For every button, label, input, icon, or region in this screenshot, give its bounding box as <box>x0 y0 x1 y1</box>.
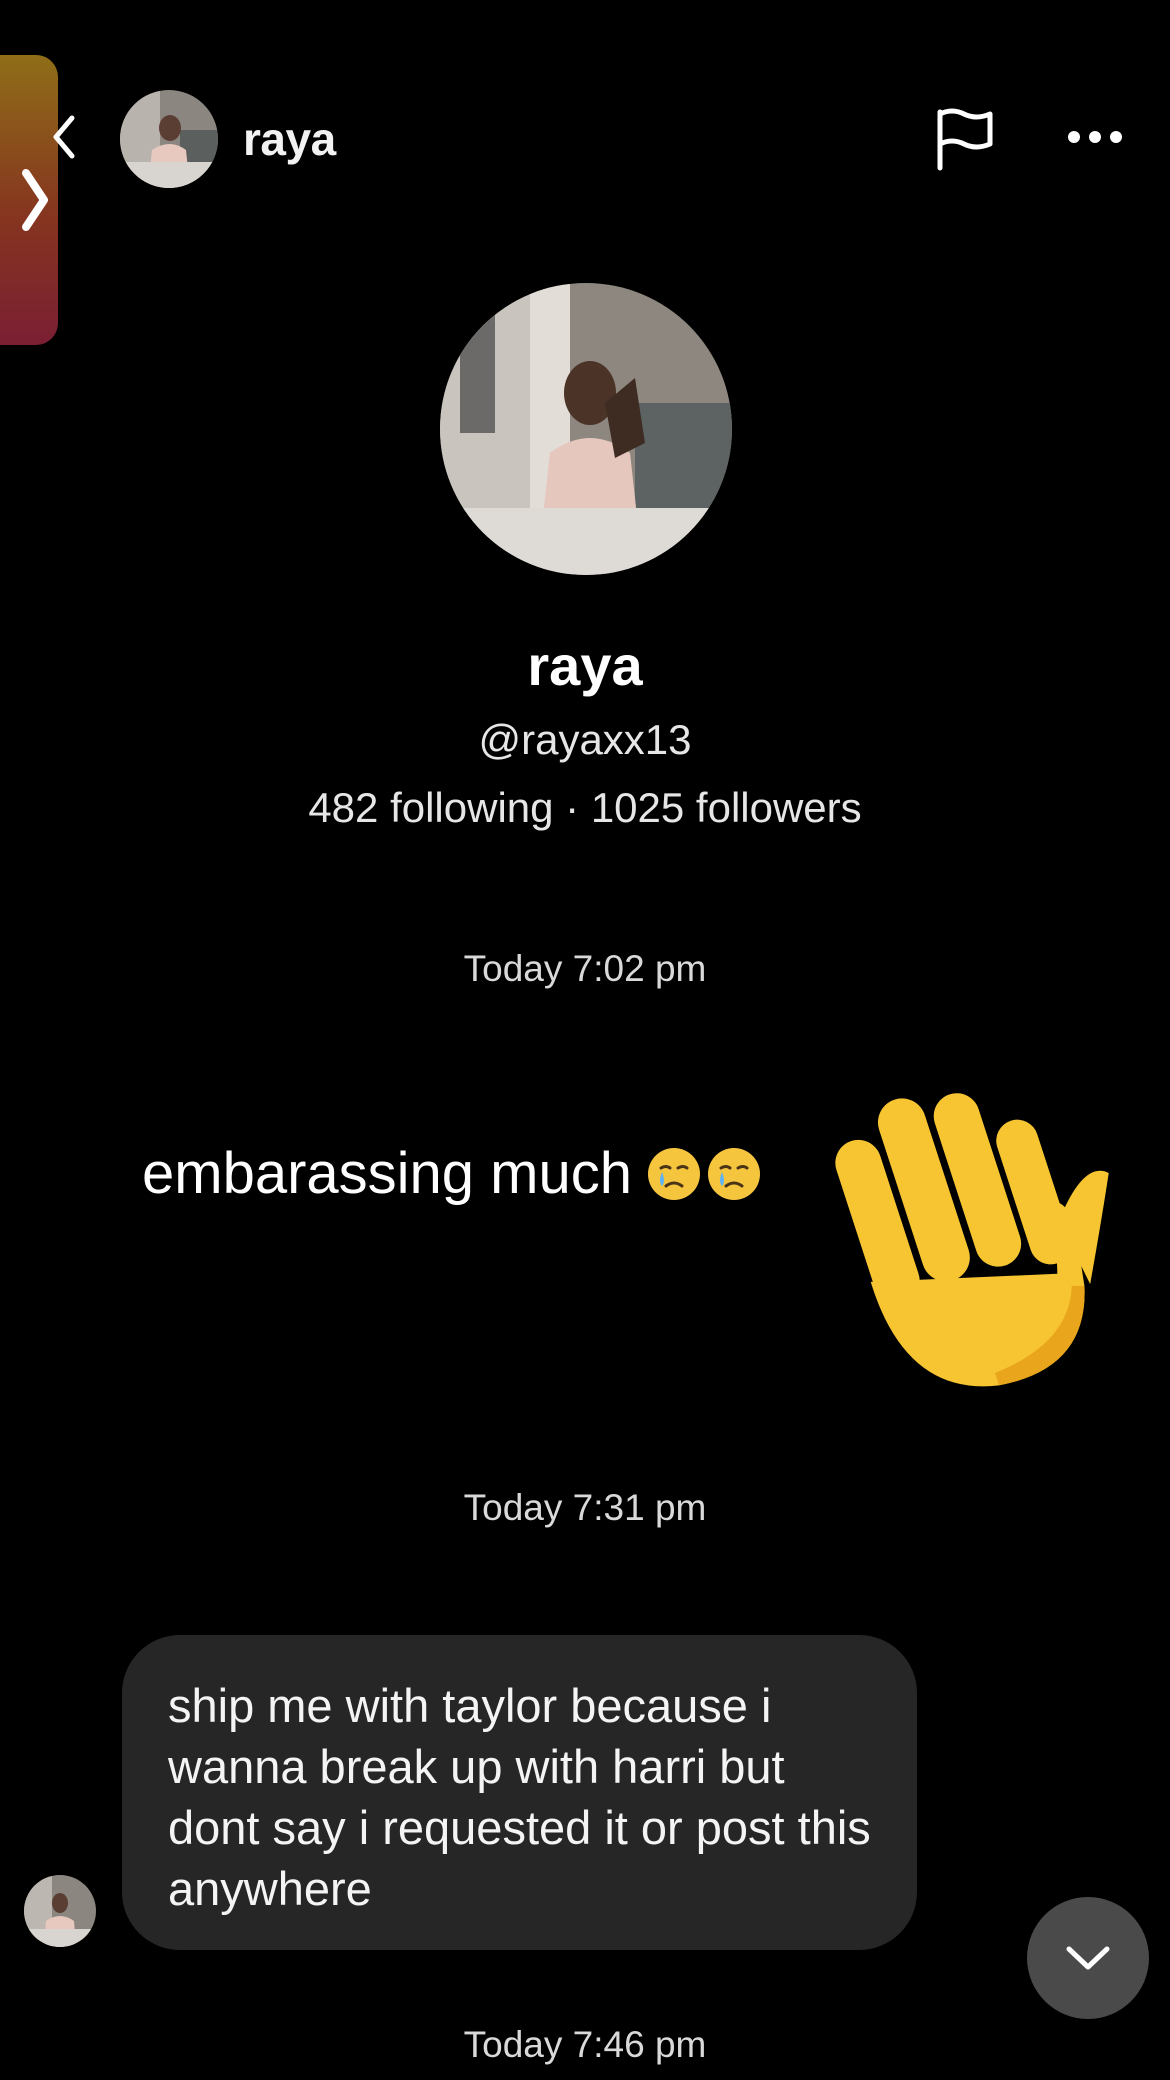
timestamp: Today 7:02 pm <box>463 948 707 989</box>
chevron-left-icon[interactable] <box>48 112 78 162</box>
profile-avatar[interactable] <box>440 283 732 575</box>
overlay-caption: embarassing much <box>142 1140 762 1207</box>
dm-screen: raya raya @rayaxx13 482 following · 1025… <box>0 0 1170 2080</box>
chevron-down-icon <box>1066 1946 1110 1970</box>
profile-handle: @rayaxx13 <box>478 716 692 763</box>
crying-smile-emoji-icon <box>646 1146 762 1202</box>
scroll-to-bottom-button[interactable] <box>1027 1897 1149 2019</box>
chevron-right-icon <box>22 169 48 231</box>
header-avatar[interactable] <box>120 90 218 188</box>
timestamp: Today 7:46 pm <box>463 2024 707 2065</box>
header-username[interactable]: raya <box>243 112 336 166</box>
profile-stats: 482 following · 1025 followers <box>308 784 862 831</box>
edge-panel-tab[interactable] <box>0 55 58 345</box>
message-text: ship me with taylor because i wanna brea… <box>168 1679 871 1915</box>
timestamp: Today 7:31 pm <box>463 1487 707 1528</box>
more-options-icon[interactable] <box>1068 122 1134 152</box>
sender-avatar[interactable] <box>24 1875 96 1947</box>
message-bubble[interactable]: ship me with taylor because i wanna brea… <box>122 1635 917 1950</box>
profile-name: raya <box>527 634 643 697</box>
flag-icon[interactable] <box>934 106 996 172</box>
waving-hand-emoji-icon <box>835 1093 1109 1387</box>
caption-text: embarassing much <box>142 1141 632 1206</box>
